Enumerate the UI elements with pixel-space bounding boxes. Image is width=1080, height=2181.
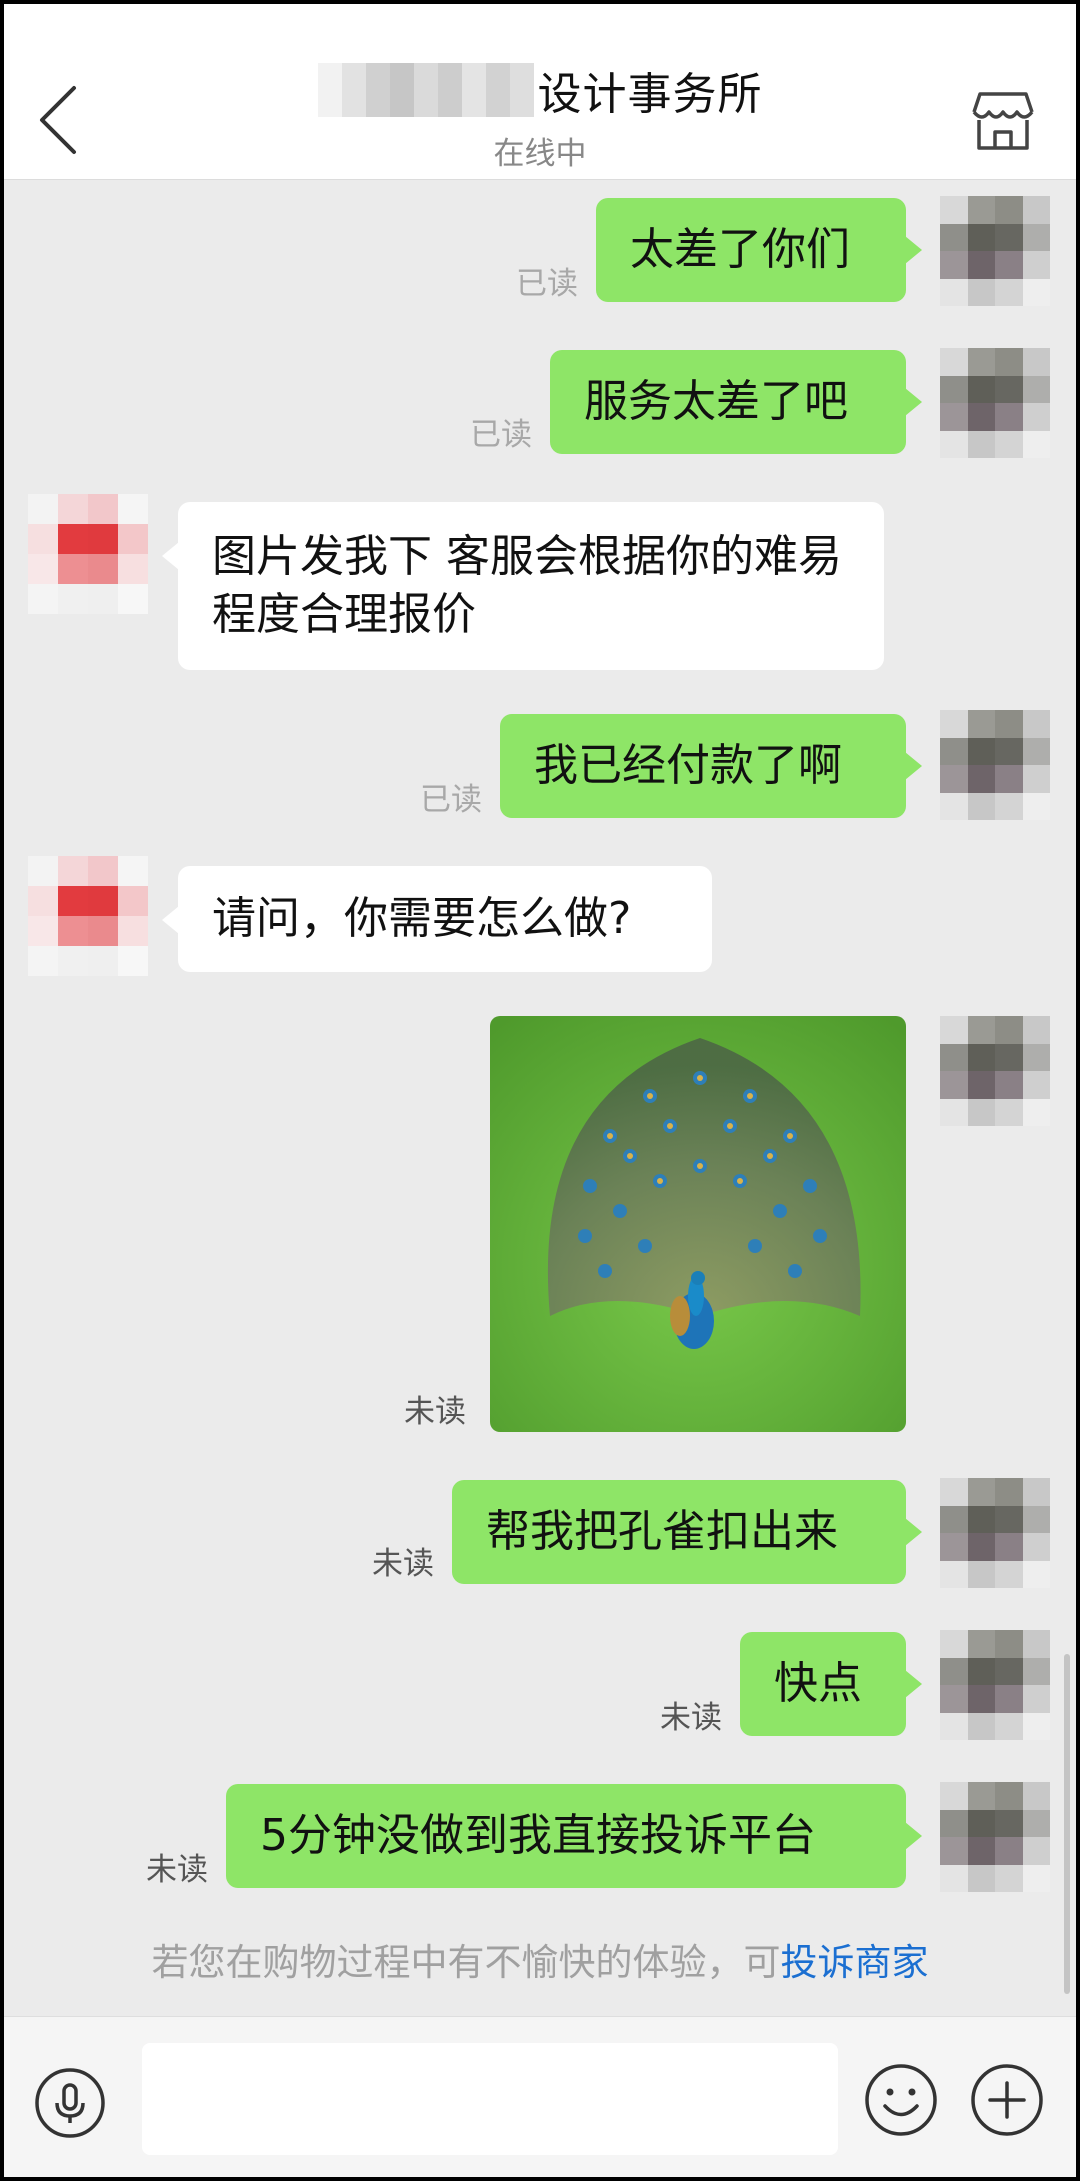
- store-icon[interactable]: [970, 90, 1036, 152]
- user-avatar[interactable]: [940, 1630, 1050, 1740]
- unread-receipt: 未读: [146, 1852, 208, 1888]
- microphone-icon[interactable]: [34, 2067, 106, 2139]
- scrollbar[interactable]: [1064, 1654, 1070, 1994]
- read-receipt: 已读: [470, 417, 532, 453]
- unread-receipt: 未读: [404, 1394, 466, 1430]
- message-input[interactable]: [142, 2043, 838, 2155]
- outgoing-message[interactable]: 5分钟没做到我直接投诉平台: [226, 1784, 922, 1888]
- outgoing-message[interactable]: 快点: [740, 1632, 922, 1736]
- blurred-shop-name: [317, 63, 534, 117]
- read-receipt: 已读: [516, 266, 578, 302]
- merchant-avatar[interactable]: [28, 494, 148, 614]
- outgoing-message[interactable]: 服务太差了吧: [550, 350, 922, 454]
- outgoing-message[interactable]: 太差了你们: [596, 198, 922, 302]
- incoming-message[interactable]: 请问，你需要怎么做?: [162, 866, 712, 972]
- complaint-notice: 若您在购物过程中有不愉快的体验，可投诉商家: [4, 1932, 1076, 1986]
- plus-icon[interactable]: [970, 2063, 1044, 2137]
- user-avatar[interactable]: [940, 710, 1050, 820]
- user-avatar[interactable]: [940, 1016, 1050, 1126]
- notice-text: 若您在购物过程中有不愉快的体验，可: [151, 1941, 781, 1984]
- input-bar: [4, 2016, 1076, 2177]
- user-avatar[interactable]: [940, 1478, 1050, 1588]
- online-status: 在线中: [493, 136, 587, 172]
- chat-title: 设计事务所: [537, 69, 763, 120]
- outgoing-message[interactable]: 我已经付款了啊: [500, 714, 922, 818]
- smiley-icon[interactable]: [864, 2063, 938, 2137]
- complain-merchant-link[interactable]: 投诉商家: [781, 1941, 929, 1984]
- peacock-image-message[interactable]: [490, 1016, 906, 1432]
- merchant-avatar[interactable]: [28, 856, 148, 976]
- chat-screen: 设计事务所 在线中 已读 太差了你们 已读 服务太差了吧 图片发我下 客服会根据…: [4, 4, 1076, 2177]
- chat-title-area: 设计事务所: [4, 60, 1076, 120]
- read-receipt: 已读: [420, 782, 482, 818]
- chat-header: 设计事务所 在线中: [4, 4, 1076, 180]
- user-avatar[interactable]: [940, 348, 1050, 458]
- user-avatar[interactable]: [940, 196, 1050, 306]
- unread-receipt: 未读: [372, 1546, 434, 1582]
- outgoing-message[interactable]: 帮我把孔雀扣出来: [452, 1480, 922, 1584]
- unread-receipt: 未读: [660, 1700, 722, 1736]
- incoming-message[interactable]: 图片发我下 客服会根据你的难易程度合理报价: [162, 502, 884, 670]
- user-avatar[interactable]: [940, 1782, 1050, 1892]
